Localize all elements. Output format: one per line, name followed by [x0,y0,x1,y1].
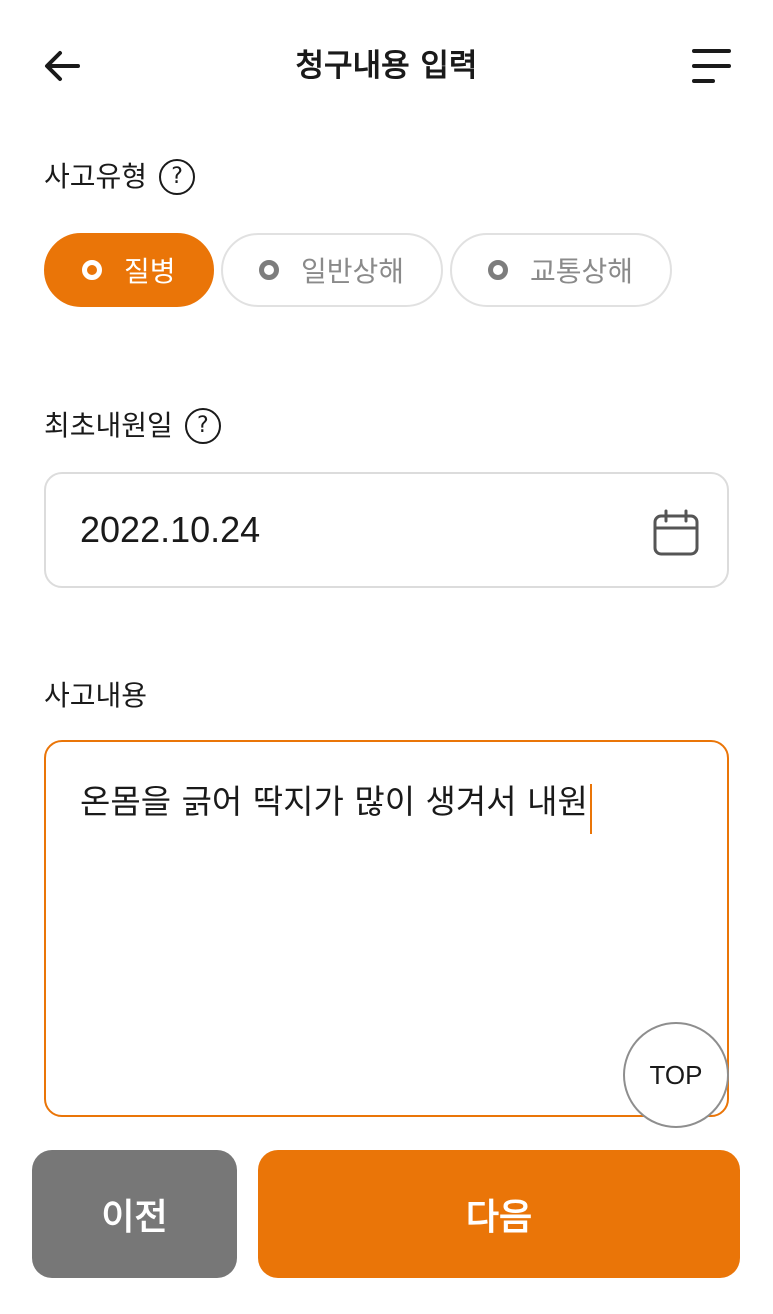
next-button[interactable]: 다음 [258,1150,740,1278]
accident-detail-text: 온몸을 긁어 딱지가 많이 생겨서 내원 [80,782,588,821]
prev-button[interactable]: 이전 [32,1150,237,1278]
first-visit-help-icon[interactable]: ? [184,408,221,444]
radio-dot-icon [259,260,279,280]
accident-type-section: 사고유형 ? [44,157,196,197]
accident-detail-section: 사고내용 [44,676,147,716]
radio-dot-icon [488,260,508,280]
first-visit-date-field[interactable]: 2022.10.24 [44,472,729,588]
scroll-top-button[interactable]: TOP [623,1022,729,1128]
accident-type-option-traffic-injury[interactable]: 교통상해 [450,233,672,307]
menu-button[interactable] [689,44,733,88]
calendar-icon[interactable] [651,508,701,558]
option-label: 질병 [124,255,176,288]
app-header: 청구내용 입력 [0,0,773,130]
text-caret [589,783,592,834]
page-title: 청구내용 입력 [295,48,478,84]
accident-type-option-disease[interactable]: 질병 [44,233,214,307]
first-visit-date-value: 2022.10.24 [80,509,261,550]
first-visit-section: 최초내원일 ? [44,406,221,446]
accident-type-options: 질병 일반상해 교통상해 [44,233,672,307]
menu-icon [692,49,731,83]
option-label: 교통상해 [530,255,634,288]
option-label: 일반상해 [301,255,405,288]
accident-type-help-icon[interactable]: ? [159,159,196,195]
accident-type-option-general-injury[interactable]: 일반상해 [221,233,443,307]
radio-dot-icon [82,260,102,280]
accident-detail-label: 사고내용 [44,679,148,712]
accident-type-label: 사고유형 [44,160,148,193]
first-visit-label: 최초내원일 [44,409,173,442]
